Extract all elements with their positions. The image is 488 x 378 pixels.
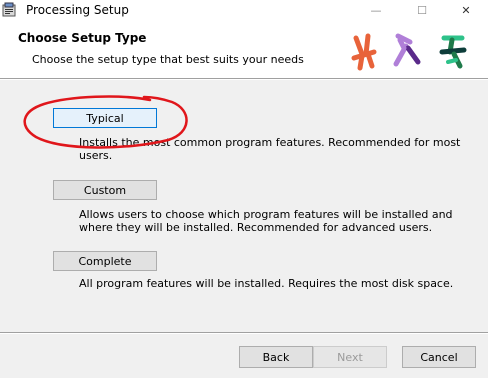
custom-description: Allows users to choose which program fea… [79,208,453,234]
title-bar: Processing Setup — ☐ ✕ [0,0,488,20]
wizard-footer: Back Next Cancel [0,334,488,378]
page-subtitle: Choose the setup type that best suits yo… [32,53,304,66]
minimize-icon: — [370,3,382,17]
custom-button[interactable]: Custom [53,180,157,200]
processing-logo [351,33,467,71]
typical-button[interactable]: Typical [53,108,157,128]
typical-description: Installs the most common program feature… [79,136,461,162]
maximize-button[interactable]: ☐ [402,0,442,20]
complete-button[interactable]: Complete [53,251,157,271]
page-title: Choose Setup Type [18,31,147,45]
setup-type-panel: Typical Installs the most common program… [0,80,488,332]
complete-description: All program features will be installed. … [79,277,454,290]
close-icon: ✕ [461,3,471,17]
minimize-button[interactable]: — [356,0,396,20]
installer-icon [2,2,16,17]
next-button[interactable]: Next [313,346,387,368]
back-button[interactable]: Back [239,346,313,368]
cancel-button[interactable]: Cancel [402,346,476,368]
close-button[interactable]: ✕ [446,0,486,20]
maximize-icon: ☐ [417,3,427,17]
window-title: Processing Setup [26,3,129,17]
setup-header: Choose Setup Type Choose the setup type … [0,20,488,78]
